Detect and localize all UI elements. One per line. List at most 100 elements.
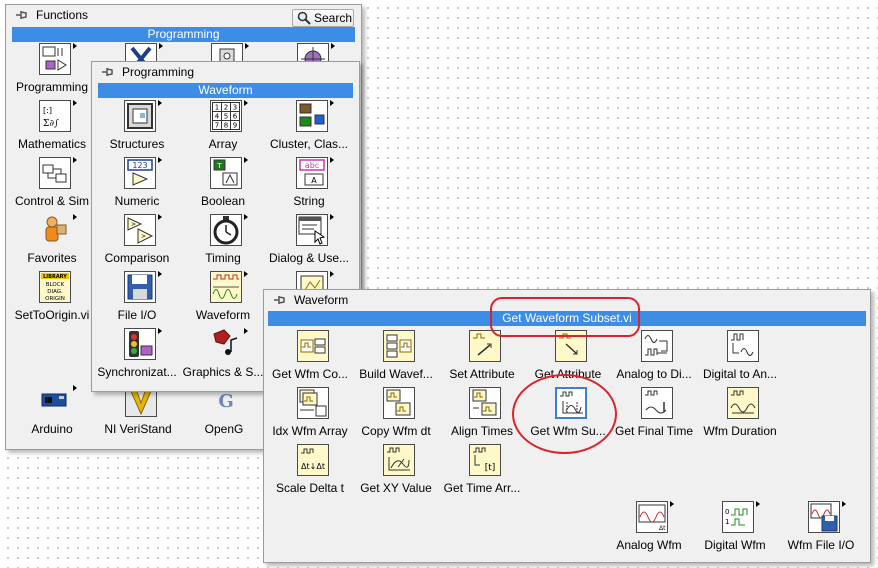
palette-title: Programming [122, 65, 195, 79]
svg-text:5: 5 [224, 113, 228, 121]
submenu-arrow-icon [330, 214, 334, 220]
item-label: Programming [15, 80, 89, 94]
palette-item-favorites[interactable]: Favorites [10, 214, 94, 270]
svg-text:G: G [218, 391, 233, 412]
item-label: Get Final Time [614, 424, 694, 438]
svg-text:DIAG.: DIAG. [47, 289, 63, 295]
floppy-disk-icon [124, 271, 156, 303]
item-label: Arduino [31, 422, 73, 436]
svg-text:ORIGIN: ORIGIN [45, 296, 65, 302]
structures-icon [124, 100, 156, 132]
item-label: File I/O [117, 308, 157, 322]
svg-text:LIBRARY: LIBRARY [43, 274, 67, 280]
item-label: Build Wavef... [359, 367, 433, 381]
programming-titlebar[interactable]: Programming [92, 62, 359, 82]
palette-item-array[interactable]: 123 456 789 Array [181, 100, 265, 156]
item-label: Mathematics [17, 137, 87, 151]
item-label: Dialog & Use... [268, 251, 350, 265]
numeric-icon: 123 [124, 157, 156, 189]
palette-item-digital-to-analog[interactable]: Digital to An... [698, 330, 782, 386]
submenu-arrow-icon [756, 501, 760, 507]
item-label: Idx Wfm Array [272, 424, 348, 438]
traffic-light-icon [124, 328, 156, 360]
get-wfm-components-icon [297, 330, 329, 362]
waveform-graph-icon [210, 271, 242, 303]
comparison-icon: > > [124, 214, 156, 246]
palette-item-analog-wfm[interactable]: Δt Analog Wfm [607, 501, 691, 557]
palette-item-ni-veristand[interactable]: NI VeriStand [96, 385, 180, 441]
palette-item-mathematics[interactable]: [:] Σ∂∫ Mathematics [10, 100, 94, 156]
submenu-arrow-icon [158, 214, 162, 220]
palette-item-programming[interactable]: Programming [10, 43, 94, 99]
palette-item-get-wfm-components[interactable]: Get Wfm Co... [268, 330, 352, 386]
palette-item-settoorigin[interactable]: LIBRARY BLOCK DIAG. ORIGIN SetToOrigin.vi [10, 271, 94, 327]
palette-item-waveform[interactable]: Waveform [181, 271, 265, 327]
submenu-arrow-icon [670, 501, 674, 507]
palette-item-timing[interactable]: Timing [181, 214, 265, 270]
svg-text:[t]: [t] [485, 463, 496, 473]
pushpin-icon[interactable] [272, 292, 288, 308]
submenu-arrow-icon [244, 271, 248, 277]
palette-item-wfm-file-io[interactable]: Wfm File I/O [779, 501, 863, 557]
library-icon: LIBRARY BLOCK DIAG. ORIGIN [39, 271, 71, 303]
palette-item-graphics[interactable]: Graphics & S... [181, 328, 265, 384]
palette-item-get-final-time[interactable]: Get Final Time [612, 387, 696, 443]
palette-item-numeric[interactable]: 123 Numeric [95, 157, 179, 213]
palette-item-set-attribute[interactable]: Set Attribute [440, 330, 524, 386]
palette-item-copy-wfm-dt[interactable]: Copy Wfm dt [354, 387, 438, 443]
item-label: Get XY Value [360, 481, 432, 495]
svg-text:abc: abc [305, 161, 319, 170]
submenu-arrow-icon [331, 43, 335, 49]
palette-item-dialog[interactable]: Dialog & Use... [267, 214, 351, 270]
programming-icon [39, 43, 71, 75]
palette-item-file-io[interactable]: File I/O [95, 271, 179, 327]
item-label: Analog Wfm [616, 538, 682, 552]
submenu-arrow-icon [73, 214, 77, 220]
item-label: Wfm File I/O [787, 538, 855, 552]
item-label: Wfm Duration [703, 424, 777, 438]
palette-item-cluster[interactable]: Cluster, Clas... [267, 100, 351, 156]
palette-item-synchronization[interactable]: Synchronizat... [95, 328, 179, 384]
pushpin-icon[interactable] [14, 7, 30, 23]
palette-item-arduino[interactable]: Arduino [10, 385, 94, 441]
svg-text:1: 1 [725, 518, 729, 526]
palette-item-scale-delta-t[interactable]: Δt↓Δt Scale Delta t [268, 444, 352, 500]
item-label: Get Time Arr... [443, 481, 521, 495]
palette-item-build-waveform[interactable]: Build Wavef... [354, 330, 438, 386]
digital-waveform-icon: 01 [722, 501, 754, 533]
arduino-icon [39, 385, 71, 417]
item-label: Numeric [114, 194, 160, 208]
palette-title: Functions [36, 8, 89, 22]
item-label: Analog to Di... [616, 367, 692, 381]
palette-item-structures[interactable]: Structures [95, 100, 179, 156]
item-label: OpenG [204, 422, 244, 436]
boolean-icon: T [210, 157, 242, 189]
palette-item-get-time-array[interactable]: [t] Get Time Arr... [440, 444, 524, 500]
palette-item-string[interactable]: abc A String [267, 157, 351, 213]
palette-item-analog-to-digital[interactable]: Analog to Di... [612, 330, 696, 386]
palette-item-control-sim[interactable]: Control & Sim [10, 157, 94, 213]
item-label: Control & Sim [14, 194, 90, 208]
item-label: Cluster, Clas... [269, 137, 349, 151]
item-label: Comparison [104, 251, 170, 265]
palette-item-idx-wfm-array[interactable]: Idx Wfm Array [268, 387, 352, 443]
search-button[interactable]: Search [292, 9, 354, 27]
item-label: Graphics & S... [182, 365, 264, 379]
item-label: Structures [109, 137, 165, 151]
svg-text:7: 7 [215, 122, 219, 130]
dialog-icon [296, 214, 328, 246]
item-label: Copy Wfm dt [361, 424, 431, 438]
palette-item-openg[interactable]: G OpenG [182, 385, 266, 441]
pushpin-icon[interactable] [100, 64, 116, 80]
waveform-duration-icon [727, 387, 759, 419]
palette-item-wfm-duration[interactable]: Wfm Duration [698, 387, 782, 443]
palette-item-comparison[interactable]: > > Comparison [95, 214, 179, 270]
palette-item-digital-wfm[interactable]: 01 Digital Wfm [693, 501, 777, 557]
index-waveform-array-icon [297, 387, 329, 419]
palette-item-boolean[interactable]: T Boolean [181, 157, 265, 213]
palette-subbar: Programming [12, 27, 355, 42]
submenu-arrow-icon [158, 157, 162, 163]
control-sim-icon [39, 157, 71, 189]
palette-subbar: Waveform [98, 83, 353, 98]
palette-item-get-xy-value[interactable]: Get XY Value [354, 444, 438, 500]
